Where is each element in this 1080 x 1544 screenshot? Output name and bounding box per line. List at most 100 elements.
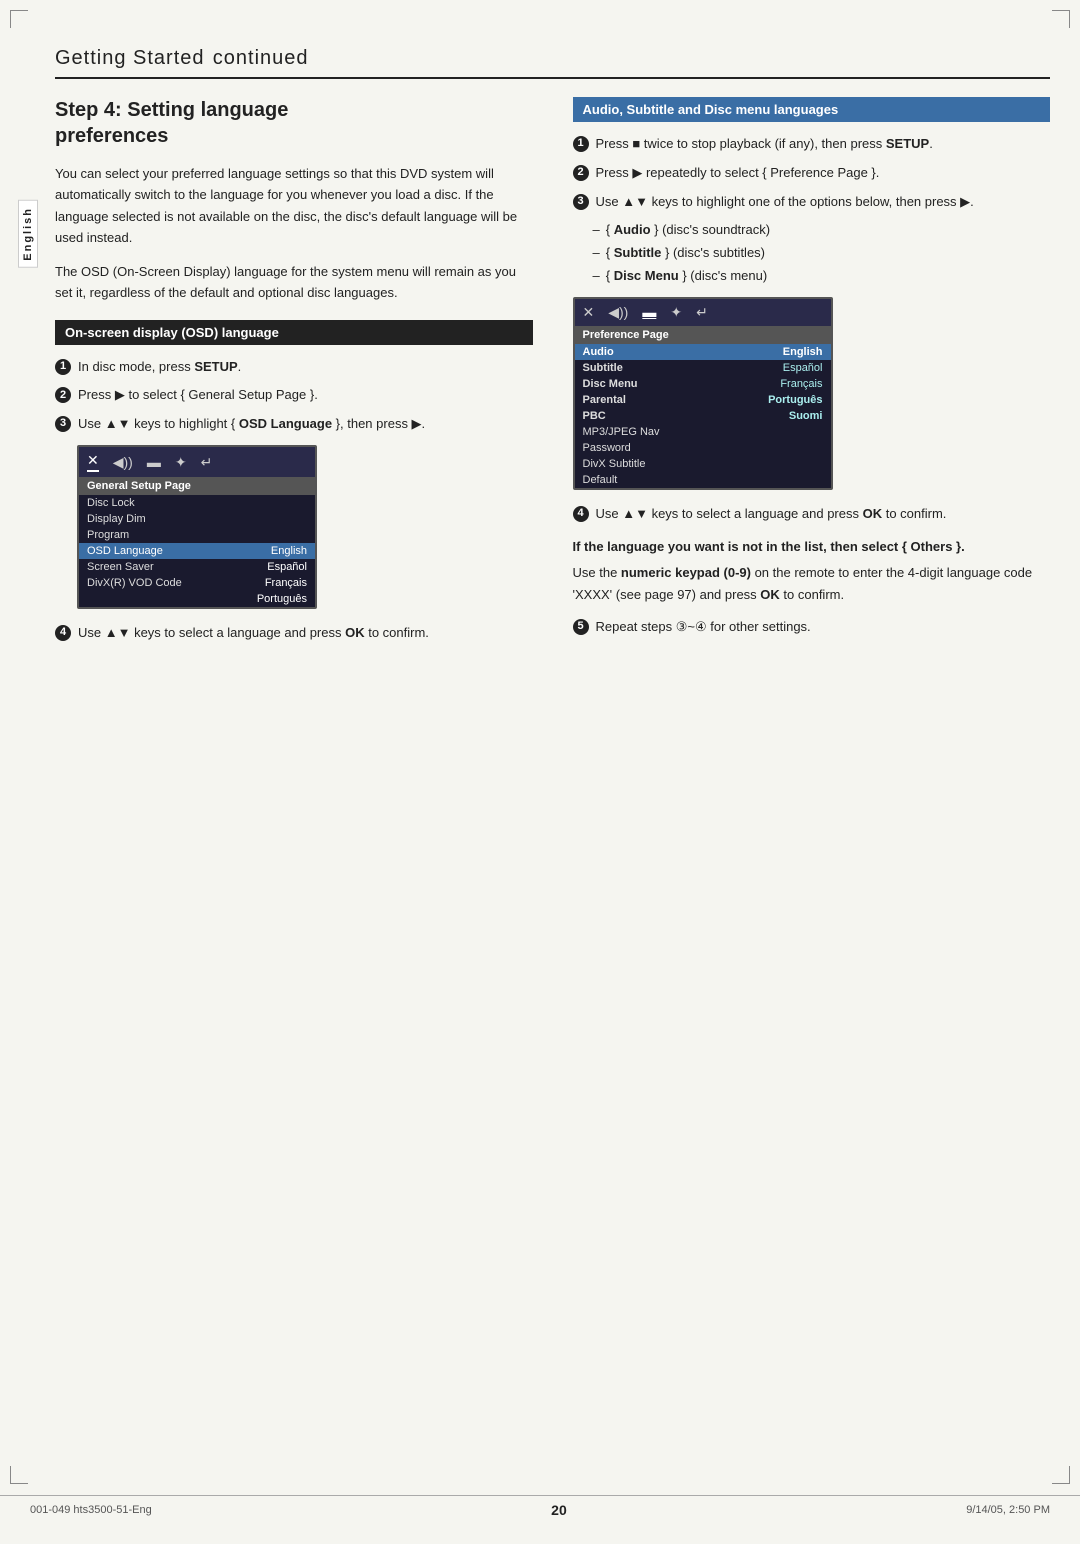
audio-sub-options: { Audio } (disc's soundtrack) { Subtitle… bbox=[573, 220, 1051, 286]
menu-icon-speaker: ◀)) bbox=[113, 454, 133, 471]
footer-page-number: 20 bbox=[551, 1502, 567, 1518]
corner-tr bbox=[1052, 10, 1070, 28]
audio-step-5-num: 5 bbox=[573, 619, 589, 635]
page-footer: 001-049 hts3500-51-Eng 20 9/14/05, 2:50 … bbox=[0, 1495, 1080, 1524]
right-column: Audio, Subtitle and Disc menu languages … bbox=[573, 97, 1051, 652]
intro-paragraph-2: The OSD (On-Screen Display) language for… bbox=[55, 261, 533, 304]
osd-step-4-num: 4 bbox=[55, 625, 71, 641]
menu-row-program: Program bbox=[79, 527, 315, 543]
pref-icon-star: ✦ bbox=[670, 304, 682, 321]
pref-row-mp3: MP3/JPEG Nav bbox=[575, 424, 831, 440]
audio-step-3: 3 Use ▲▼ keys to highlight one of the op… bbox=[573, 192, 1051, 213]
row-label: MP3/JPEG Nav bbox=[583, 426, 660, 438]
others-block-body: Use the numeric keypad (0-9) on the remo… bbox=[573, 562, 1051, 605]
row-label: Disc Lock bbox=[87, 497, 135, 509]
row-label: PBC bbox=[583, 410, 606, 422]
row-label: OSD Language bbox=[87, 545, 163, 557]
corner-tl bbox=[10, 10, 28, 28]
sub-option-disc-menu: { Disc Menu } (disc's menu) bbox=[593, 266, 1051, 287]
osd-step-3-text: Use ▲▼ keys to highlight { OSD Language … bbox=[78, 414, 425, 435]
pref-row-default: Default bbox=[575, 472, 831, 488]
row-label: Subtitle bbox=[583, 362, 623, 374]
audio-section-heading: Audio, Subtitle and Disc menu languages bbox=[573, 97, 1051, 122]
audio-steps-4-5: 4 Use ▲▼ keys to select a language and p… bbox=[573, 504, 1051, 525]
menu-row-disc-lock: Disc Lock bbox=[79, 495, 315, 511]
row-label: DivX(R) VOD Code bbox=[87, 577, 182, 589]
audio-step-5-text: Repeat steps ③~④ for other settings. bbox=[596, 617, 811, 638]
row-label: Screen Saver bbox=[87, 561, 154, 573]
sub-option-audio: { Audio } (disc's soundtrack) bbox=[593, 220, 1051, 241]
row-value: Português bbox=[257, 593, 307, 605]
audio-step-5-list: 5 Repeat steps ③~④ for other settings. bbox=[573, 617, 1051, 638]
row-label: Display Dim bbox=[87, 513, 146, 525]
osd-step-1-text: In disc mode, press SETUP. bbox=[78, 357, 241, 378]
main-content: Getting Started continued Step 4: Settin… bbox=[55, 0, 1050, 732]
osd-step-2: 2 Press ▶ to select { General Setup Page… bbox=[55, 385, 533, 406]
corner-br bbox=[1052, 1466, 1070, 1484]
audio-step-5: 5 Repeat steps ③~④ for other settings. bbox=[573, 617, 1051, 638]
page-title: Getting Started continued bbox=[55, 40, 1050, 79]
pref-menu-title: Preference Page bbox=[575, 326, 831, 344]
pref-row-pbc: PBC Suomi bbox=[575, 408, 831, 424]
audio-steps-list: 1 Press ■ twice to stop playback (if any… bbox=[573, 134, 1051, 212]
footer-left: 001-049 hts3500-51-Eng bbox=[30, 1504, 152, 1516]
pref-row-parental: Parental Português bbox=[575, 392, 831, 408]
osd-steps-list: 1 In disc mode, press SETUP. 2 Press ▶ t… bbox=[55, 357, 533, 435]
audio-step-2: 2 Press ▶ repeatedly to select { Prefere… bbox=[573, 163, 1051, 184]
osd-step-3-num: 3 bbox=[55, 416, 71, 432]
row-label: Password bbox=[583, 442, 631, 454]
footer-right: 9/14/05, 2:50 PM bbox=[966, 1504, 1050, 1516]
row-label: Program bbox=[87, 529, 129, 541]
row-label: Disc Menu bbox=[583, 378, 638, 390]
step-heading: Step 4: Setting language preferences bbox=[55, 97, 533, 149]
menu-row-divx-vod: DivX(R) VOD Code Français bbox=[79, 575, 315, 591]
audio-step-4-num: 4 bbox=[573, 506, 589, 522]
pref-row-disc-menu: Disc Menu Français bbox=[575, 376, 831, 392]
audio-step-2-num: 2 bbox=[573, 165, 589, 181]
general-setup-menu: ✕ ◀)) ▬ ✦ ↵ General Setup Page Disc Lock… bbox=[77, 445, 317, 609]
audio-step-3-text: Use ▲▼ keys to highlight one of the opti… bbox=[596, 192, 974, 213]
pref-icon-return: ↵ bbox=[696, 304, 708, 321]
page-title-main: Getting Started bbox=[55, 47, 205, 69]
audio-step-1-num: 1 bbox=[573, 136, 589, 152]
audio-step-4-text: Use ▲▼ keys to select a language and pre… bbox=[596, 504, 947, 525]
menu-icon-x: ✕ bbox=[87, 452, 99, 472]
pref-row-divx-subtitle: DivX Subtitle bbox=[575, 456, 831, 472]
audio-step-1-text: Press ■ twice to stop playback (if any),… bbox=[596, 134, 933, 155]
preference-menu: ✕ ◀)) ▬ ✦ ↵ Preference Page Audio Englis… bbox=[573, 297, 833, 490]
pref-menu-icon-bar: ✕ ◀)) ▬ ✦ ↵ bbox=[575, 299, 831, 326]
page-title-suffix: continued bbox=[213, 47, 309, 69]
pref-row-subtitle: Subtitle Español bbox=[575, 360, 831, 376]
row-value: Português bbox=[762, 394, 822, 406]
row-value: Español bbox=[777, 362, 823, 374]
osd-section-heading: On-screen display (OSD) language bbox=[55, 320, 533, 345]
osd-step-1: 1 In disc mode, press SETUP. bbox=[55, 357, 533, 378]
left-column: Step 4: Setting language preferences You… bbox=[55, 97, 533, 652]
menu-icon-return: ↵ bbox=[201, 454, 213, 471]
two-column-layout: Step 4: Setting language preferences You… bbox=[55, 97, 1050, 652]
row-label: DivX Subtitle bbox=[583, 458, 646, 470]
osd-step-4-list: 4 Use ▲▼ keys to select a language and p… bbox=[55, 623, 533, 644]
row-label: Audio bbox=[583, 346, 614, 358]
menu-title: General Setup Page bbox=[79, 477, 315, 495]
pref-icon-screen: ▬ bbox=[642, 304, 656, 320]
pref-row-audio: Audio English bbox=[575, 344, 831, 360]
osd-step-4: 4 Use ▲▼ keys to select a language and p… bbox=[55, 623, 533, 644]
row-value: Suomi bbox=[783, 410, 823, 422]
sub-option-subtitle: { Subtitle } (disc's subtitles) bbox=[593, 243, 1051, 264]
osd-step-2-text: Press ▶ to select { General Setup Page }… bbox=[78, 385, 318, 406]
others-block-heading: If the language you want is not in the l… bbox=[573, 537, 1051, 557]
osd-step-4-text: Use ▲▼ keys to select a language and pre… bbox=[78, 623, 429, 644]
menu-row-osd-language: OSD Language English bbox=[79, 543, 315, 559]
row-value: English bbox=[271, 545, 307, 557]
row-value: Español bbox=[267, 561, 307, 573]
row-value: English bbox=[783, 346, 823, 358]
pref-icon-x: ✕ bbox=[583, 304, 595, 321]
pref-row-password: Password bbox=[575, 440, 831, 456]
page-wrapper: English Getting Started continued Step 4… bbox=[0, 0, 1080, 1544]
pref-icon-speaker: ◀)) bbox=[608, 304, 628, 321]
osd-step-1-num: 1 bbox=[55, 359, 71, 375]
menu-row-screen-saver: Screen Saver Español bbox=[79, 559, 315, 575]
row-label: Parental bbox=[583, 394, 626, 406]
menu-icon-screen: ▬ bbox=[147, 454, 161, 470]
